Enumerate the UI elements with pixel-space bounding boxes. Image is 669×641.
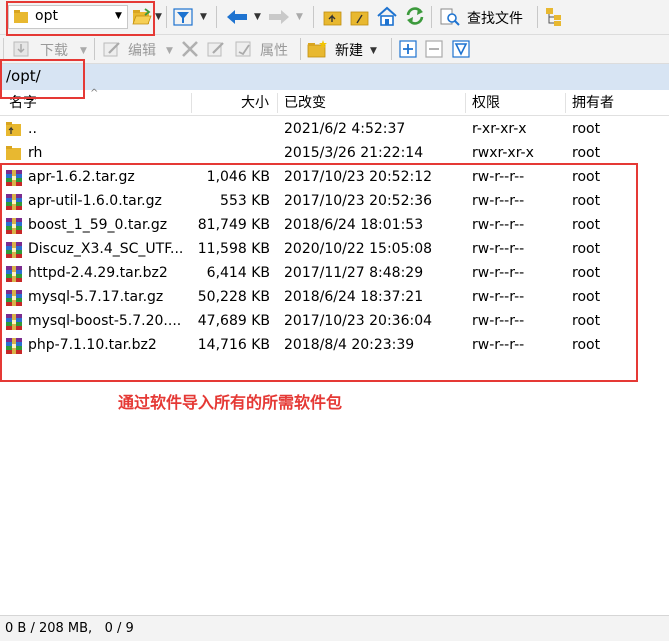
- column-modified[interactable]: 已改变: [284, 91, 326, 115]
- new-label: 新建: [335, 43, 363, 59]
- column-owner[interactable]: 拥有者: [572, 91, 614, 115]
- chevron-down-icon[interactable]: ▼: [370, 46, 377, 56]
- highlight-folder-combo: [6, 1, 155, 36]
- new-button[interactable]: 新建 ▼: [306, 37, 388, 61]
- find-files-button[interactable]: 查找文件: [438, 5, 534, 29]
- table-row[interactable]: rh 2015/3/26 21:22:14 rwxr-xr-x root: [0, 141, 669, 165]
- edit-label: 编辑: [128, 43, 156, 59]
- file-modified: 2021/6/2 4:52:37: [284, 121, 406, 137]
- root-folder-icon[interactable]: [349, 6, 371, 28]
- rename-icon[interactable]: [205, 38, 227, 60]
- annotation-text: 通过软件导入所有的所需软件包: [118, 393, 343, 412]
- download-label: 下载: [40, 43, 68, 59]
- table-row[interactable]: .. 2021/6/2 4:52:37 r-xr-xr-x root: [0, 117, 669, 141]
- forward-arrow-icon[interactable]: [268, 6, 290, 28]
- status-text: 0 B / 208 MB, 0 / 9: [5, 621, 134, 636]
- find-files-icon: [440, 8, 460, 30]
- download-button[interactable]: 下载 ▼: [10, 37, 90, 61]
- edit-pencil-icon: [102, 40, 122, 62]
- folder-up-icon: [5, 121, 23, 137]
- file-size: [192, 117, 270, 141]
- chevron-down-icon[interactable]: ▼: [254, 12, 261, 22]
- tree-view-icon[interactable]: [543, 6, 565, 28]
- highlight-file-list: [0, 163, 638, 382]
- file-modified: 2015/3/26 21:22:14: [284, 145, 424, 161]
- column-size[interactable]: 大小: [241, 91, 269, 115]
- column-permissions[interactable]: 权限: [472, 91, 500, 115]
- highlight-path: [0, 59, 85, 99]
- properties-button[interactable]: 属性: [232, 37, 296, 61]
- action-toolbar: 下载 ▼ 编辑 ▼ 属性 新建 ▼: [0, 35, 669, 64]
- chevron-down-icon[interactable]: ▼: [155, 12, 162, 22]
- file-name: ..: [28, 121, 37, 137]
- plus-select-icon[interactable]: [397, 38, 419, 60]
- status-bar: 0 B / 208 MB, 0 / 9: [0, 615, 669, 641]
- filter-icon[interactable]: [172, 6, 194, 28]
- chevron-down-icon[interactable]: ▼: [166, 46, 173, 56]
- file-size: [192, 141, 270, 165]
- new-folder-icon: [307, 39, 329, 63]
- column-header: 名字 ^ 大小 已改变 权限 拥有者: [0, 88, 669, 116]
- parent-folder-icon[interactable]: [322, 6, 344, 28]
- file-name: rh: [28, 145, 43, 161]
- file-permissions: r-xr-xr-x: [472, 121, 527, 137]
- minus-deselect-icon[interactable]: [423, 38, 445, 60]
- folder-icon: [5, 145, 23, 161]
- file-owner: root: [572, 145, 601, 161]
- properties-icon: [234, 40, 254, 62]
- chevron-down-icon[interactable]: ▼: [80, 46, 87, 56]
- file-owner: root: [572, 121, 601, 137]
- delete-x-icon[interactable]: [179, 38, 201, 60]
- file-permissions: rwxr-xr-x: [472, 145, 534, 161]
- filter-select-icon[interactable]: [450, 38, 472, 60]
- find-files-label: 查找文件: [467, 11, 523, 27]
- chevron-down-icon[interactable]: ▼: [200, 12, 207, 22]
- chevron-down-icon[interactable]: ▼: [296, 12, 303, 22]
- path-bar[interactable]: /opt/: [0, 64, 669, 90]
- sort-ascending-icon: ^: [90, 88, 99, 99]
- properties-label: 属性: [260, 43, 288, 59]
- refresh-icon[interactable]: [404, 5, 426, 27]
- edit-button[interactable]: 编辑 ▼: [100, 37, 178, 61]
- home-icon[interactable]: [376, 5, 398, 27]
- back-arrow-icon[interactable]: [226, 6, 248, 28]
